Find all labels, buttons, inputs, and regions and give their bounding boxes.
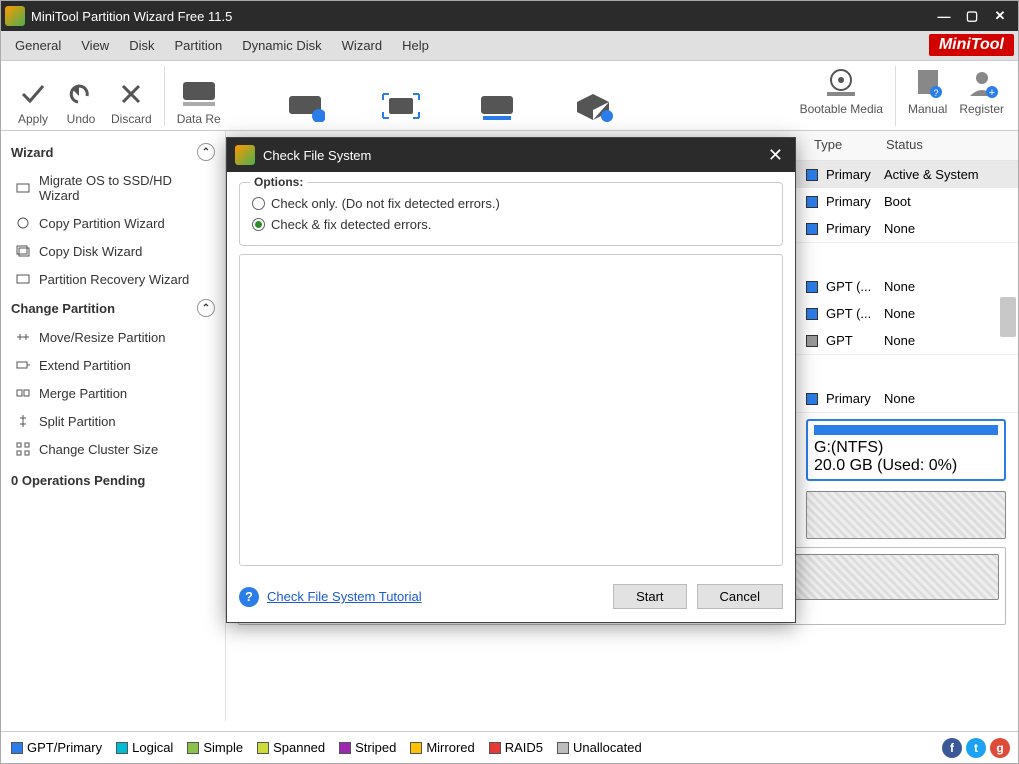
scrollbar[interactable] — [1000, 297, 1016, 337]
col-type[interactable]: Type — [806, 131, 878, 160]
start-button[interactable]: Start — [613, 584, 686, 609]
legend-gpt-primary: GPT/Primary — [11, 740, 102, 755]
legend-raid5: RAID5 — [489, 740, 543, 755]
chevron-up-icon: ⌃ — [197, 299, 215, 317]
toolbar: Apply Undo Discard Data Re Bootable Medi… — [1, 61, 1018, 131]
disk-bracket-icon — [381, 90, 421, 122]
undo-button[interactable]: Undo — [63, 80, 99, 126]
sidebar-copy-disk[interactable]: Copy Disk Wizard — [1, 237, 225, 265]
unallocated-segment[interactable] — [806, 491, 1006, 539]
sidebar-split[interactable]: Split Partition — [1, 407, 225, 435]
apply-button[interactable]: Apply — [15, 80, 51, 126]
sidebar-extend[interactable]: Extend Partition — [1, 351, 225, 379]
tool-disk-3[interactable] — [379, 90, 423, 126]
tool-disk-4[interactable] — [475, 90, 519, 126]
menu-wizard[interactable]: Wizard — [332, 34, 392, 57]
menu-dynamic-disk[interactable]: Dynamic Disk — [232, 34, 331, 57]
sidebar-move-resize[interactable]: Move/Resize Partition — [1, 323, 225, 351]
facebook-icon[interactable]: f — [942, 738, 962, 758]
check-file-system-dialog: Check File System ✕ Options: Check only.… — [226, 137, 796, 623]
output-area — [239, 254, 783, 566]
tutorial-link[interactable]: Check File System Tutorial — [267, 589, 422, 604]
segment-sub: 20.0 GB (Used: 0%) — [814, 457, 998, 475]
col-status[interactable]: Status — [878, 131, 1018, 160]
dialog-title: Check File System — [263, 148, 371, 163]
sidebar-migrate-os[interactable]: Migrate OS to SSD/HD Wizard — [1, 167, 225, 209]
register-button[interactable]: + Register — [959, 66, 1004, 126]
cd-icon — [821, 66, 861, 98]
menu-view[interactable]: View — [71, 34, 119, 57]
legend-mirrored: Mirrored — [410, 740, 474, 755]
dialog-titlebar: Check File System ✕ — [227, 138, 795, 172]
sidebar-partition-recovery[interactable]: Partition Recovery Wizard — [1, 265, 225, 293]
help-icon[interactable]: ? — [239, 587, 259, 607]
radio-icon — [252, 197, 265, 210]
gplus-icon[interactable]: g — [990, 738, 1010, 758]
menu-help[interactable]: Help — [392, 34, 439, 57]
box-icon — [573, 90, 613, 122]
sidebar-copy-partition[interactable]: Copy Partition Wizard — [1, 209, 225, 237]
app-icon — [5, 6, 25, 26]
window-title: MiniTool Partition Wizard Free 11.5 — [31, 9, 232, 24]
legend-bar: GPT/Primary Logical Simple Spanned Strip… — [1, 731, 1018, 763]
disk-bar-icon — [477, 90, 517, 122]
legend-simple: Simple — [187, 740, 243, 755]
manual-button[interactable]: ? Manual — [908, 66, 947, 126]
chevron-up-icon: ⌃ — [197, 143, 215, 161]
document-icon: ? — [912, 66, 944, 98]
svg-text:?: ? — [933, 88, 938, 98]
maximize-button[interactable]: ▢ — [958, 6, 986, 26]
radio-check-only[interactable]: Check only. (Do not fix detected errors.… — [252, 193, 770, 214]
bootable-media-button[interactable]: Bootable Media — [800, 66, 883, 126]
operations-pending: 0 Operations Pending — [1, 463, 225, 498]
discard-button[interactable]: Discard — [111, 80, 152, 126]
undo-icon — [67, 80, 95, 108]
disk-icon — [179, 76, 219, 108]
segment-label: G:(NTFS) — [814, 439, 998, 457]
titlebar: MiniTool Partition Wizard Free 11.5 — ▢ … — [1, 1, 1018, 31]
legend-logical: Logical — [116, 740, 173, 755]
menubar: General View Disk Partition Dynamic Disk… — [1, 31, 1018, 61]
x-icon — [117, 80, 145, 108]
sidebar-merge[interactable]: Merge Partition — [1, 379, 225, 407]
data-recovery-button[interactable]: Data Re — [177, 76, 221, 126]
minimize-button[interactable]: — — [930, 6, 958, 26]
menu-disk[interactable]: Disk — [119, 34, 164, 57]
user-icon: + — [966, 66, 998, 98]
radio-icon-selected — [252, 218, 265, 231]
legend-unallocated: Unallocated — [557, 740, 642, 755]
dialog-close-button[interactable]: ✕ — [764, 145, 787, 166]
menu-partition[interactable]: Partition — [164, 34, 232, 57]
twitter-icon[interactable]: t — [966, 738, 986, 758]
sidebar-wizard-head[interactable]: Wizard⌃ — [1, 137, 225, 167]
radio-check-fix[interactable]: Check & fix detected errors. — [252, 214, 770, 235]
close-button[interactable]: ✕ — [986, 6, 1014, 26]
sidebar: Wizard⌃ Migrate OS to SSD/HD Wizard Copy… — [1, 131, 226, 721]
partition-segment[interactable]: G:(NTFS) 20.0 GB (Used: 0%) — [806, 419, 1006, 481]
sidebar-change-head[interactable]: Change Partition⌃ — [1, 293, 225, 323]
options-legend: Options: — [250, 175, 307, 189]
tool-box[interactable] — [571, 90, 615, 126]
brand-logo: MiniTool — [929, 34, 1014, 56]
legend-striped: Striped — [339, 740, 396, 755]
legend-spanned: Spanned — [257, 740, 325, 755]
svg-text:+: + — [988, 87, 994, 98]
check-icon — [19, 80, 47, 108]
sidebar-cluster[interactable]: Change Cluster Size — [1, 435, 225, 463]
cancel-button[interactable]: Cancel — [697, 584, 783, 609]
disk-refresh-icon — [285, 90, 325, 122]
app-icon — [235, 145, 255, 165]
menu-general[interactable]: General — [5, 34, 71, 57]
options-group: Options: Check only. (Do not fix detecte… — [239, 182, 783, 246]
tool-disk-2[interactable] — [283, 90, 327, 126]
